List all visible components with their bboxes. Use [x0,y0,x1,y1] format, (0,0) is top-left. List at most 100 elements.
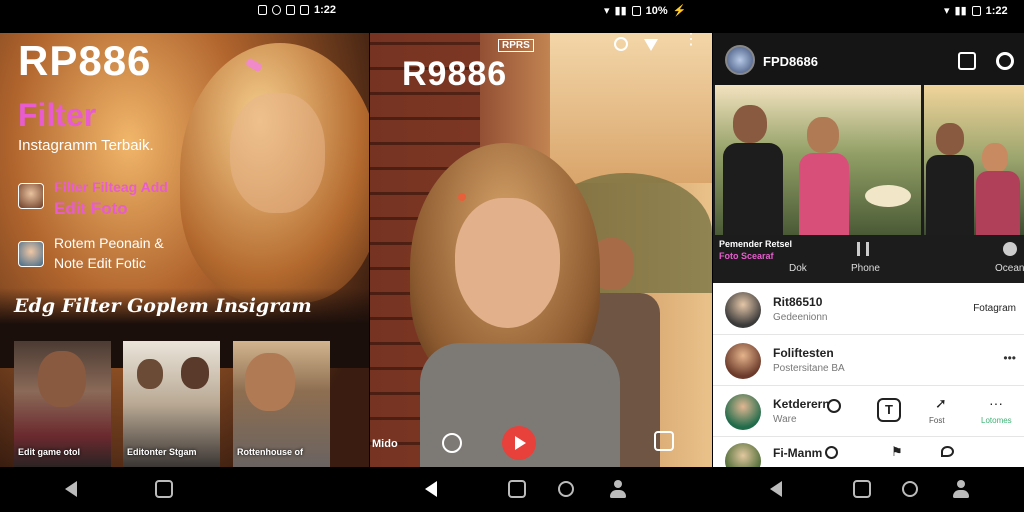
thumb-2[interactable]: Editonter Stgam [123,341,220,467]
search-icon[interactable] [827,399,841,413]
back-icon[interactable] [425,481,437,497]
viewer-brand: R9886 [402,55,508,93]
brand-badge: RPRS [498,39,534,52]
search-icon[interactable] [825,446,838,459]
profile-panel: FPD8686 Pemender Retsel Foto Scearaf Dok… [713,33,1024,467]
thumb-1-label: Edit game otol [18,447,81,457]
status-left: 1:22 [258,4,336,16]
sim-icon [286,5,295,15]
thumb-3-label: Rottenhouse of [237,447,303,457]
chat-icon[interactable] [941,446,954,457]
thumb-1[interactable]: Edit game otol [14,341,111,467]
list-item[interactable]: Fi-Manm ⚑ [713,438,1024,467]
back-icon[interactable] [65,481,77,497]
battery-percent: 10% [645,4,668,17]
gallery-icon[interactable] [654,431,674,451]
status-right: ▾ ▮▮ 1:22 [944,4,1008,18]
profile-name: FPD8686 [763,54,818,69]
search-icon[interactable] [614,37,628,51]
recents-icon[interactable] [558,481,574,497]
status-mid: ▾ ▮▮ 10% ⚡ [604,4,687,18]
action-label-post: Fost [929,416,945,425]
play-button[interactable] [502,426,536,460]
home-icon[interactable] [508,480,526,498]
clock-left: 1:22 [314,4,337,16]
list-avatar [725,443,761,467]
tab-ocean[interactable]: Ocean [995,263,1024,274]
tab-ocean-icon [1003,242,1017,256]
main-subject [400,143,620,467]
list-avatar [725,394,761,430]
thumb-2-label: Editonter Stgam [127,447,197,457]
list-action[interactable]: Fotagram [973,303,1016,314]
profile-icon[interactable] [609,480,627,498]
promo-panel: RP886 Filter Instagramm Terbaik. Filter … [0,33,369,467]
subtitle: Instagramm Terbaik. [18,137,154,154]
list-title: Foliftesten [773,346,834,360]
zoom-search-icon[interactable] [442,433,462,453]
text-tool-icon[interactable]: T [877,398,901,422]
list-avatar [725,292,761,328]
list-subtitle: Postersitane BA [773,363,845,374]
wifi-icon: ▾ [604,5,610,17]
filter-title: Filter [18,97,97,133]
recents-icon[interactable] [902,481,918,497]
profile-icon[interactable] [952,480,970,498]
battery-icon [631,5,641,16]
chart-icon[interactable] [958,52,976,70]
tab-dok[interactable]: Dok [789,263,807,274]
home-icon[interactable] [853,480,871,498]
feature-avatar-2 [18,241,44,267]
play-icon [515,436,526,450]
thumb-3[interactable]: Rottenhouse of [233,341,330,467]
section-title: Edg Filter Goplem Insigram [14,295,312,317]
photo-viewer-panel: R9886 RPRS ⋮ Mido [370,33,712,467]
list-subtitle: Ware [773,414,797,425]
feature-1-line-2: Edit Foto [54,199,128,218]
list-item[interactable]: Ketderern Ware T ➚ Fost ··· Lotomes [713,387,1024,437]
tab-phone-icon [857,242,869,256]
list-subtitle: Gedeenionn [773,312,828,323]
back-icon[interactable] [770,481,782,497]
list-title: Ketderern [773,397,830,411]
status-bar: 1:22 ▾ ▮▮ 10% ⚡ ▾ ▮▮ 1:22 [0,0,1024,22]
flag-icon[interactable]: ⚑ [891,444,903,460]
clock-right: 1:22 [985,4,1008,17]
feature-item-1[interactable]: Filter Filteag Add Edit Foto [18,179,268,223]
app-brand: RP886 [18,37,152,84]
feature-2-line-1: Rotem Peonain & [54,235,164,251]
notification-icon [258,5,267,15]
profile-avatar[interactable] [725,45,755,75]
more-icon[interactable]: ⋮ [683,33,699,48]
signal-icon: ▮▮ [614,5,627,17]
pen-icon[interactable]: ➚ [935,395,947,412]
feature-avatar-1 [18,183,44,209]
more-icon[interactable]: ··· [989,395,1003,411]
feature-item-2[interactable]: Rotem Peonain & Note Edit Fotic [18,235,268,279]
charging-icon: ⚡ [672,5,687,17]
list-item[interactable]: Rit86510 Gedeenionn Fotagram [713,285,1024,335]
list-item[interactable]: Foliftesten Postersitane BA ••• [713,336,1024,386]
more-options-icon[interactable]: ••• [1003,351,1016,365]
wifi-icon: ▾ [944,5,950,17]
photo-strip: Pemender Retsel Foto Scearaf Dok Phone O… [713,85,1024,283]
tab-phone[interactable]: Phone [851,263,880,274]
featured-photo-2[interactable] [924,85,1024,235]
system-nav-bar [0,467,1024,512]
action-label-more: Lotomes [981,416,1012,425]
bottom-left-text: Mido [372,438,398,450]
list-title: Fi-Manm [773,446,823,460]
section-title-text: Edg Filter Goplem Insigram [14,295,312,317]
battery-icon [971,5,981,16]
featured-photo-1[interactable] [715,85,921,235]
brand-badge-text: RPRS [502,40,530,51]
profile-header: FPD8686 [713,33,1024,85]
settings-icon[interactable] [996,52,1014,70]
signal-icon: ▮▮ [954,5,967,17]
feature-1-line-1: Filter Filteag Add [54,179,168,195]
filter-icon[interactable] [644,39,658,51]
list-avatar [725,343,761,379]
list-title: Rit86510 [773,295,823,309]
home-icon[interactable] [155,480,173,498]
photo-caption-line-2: Foto Scearaf [719,251,774,261]
